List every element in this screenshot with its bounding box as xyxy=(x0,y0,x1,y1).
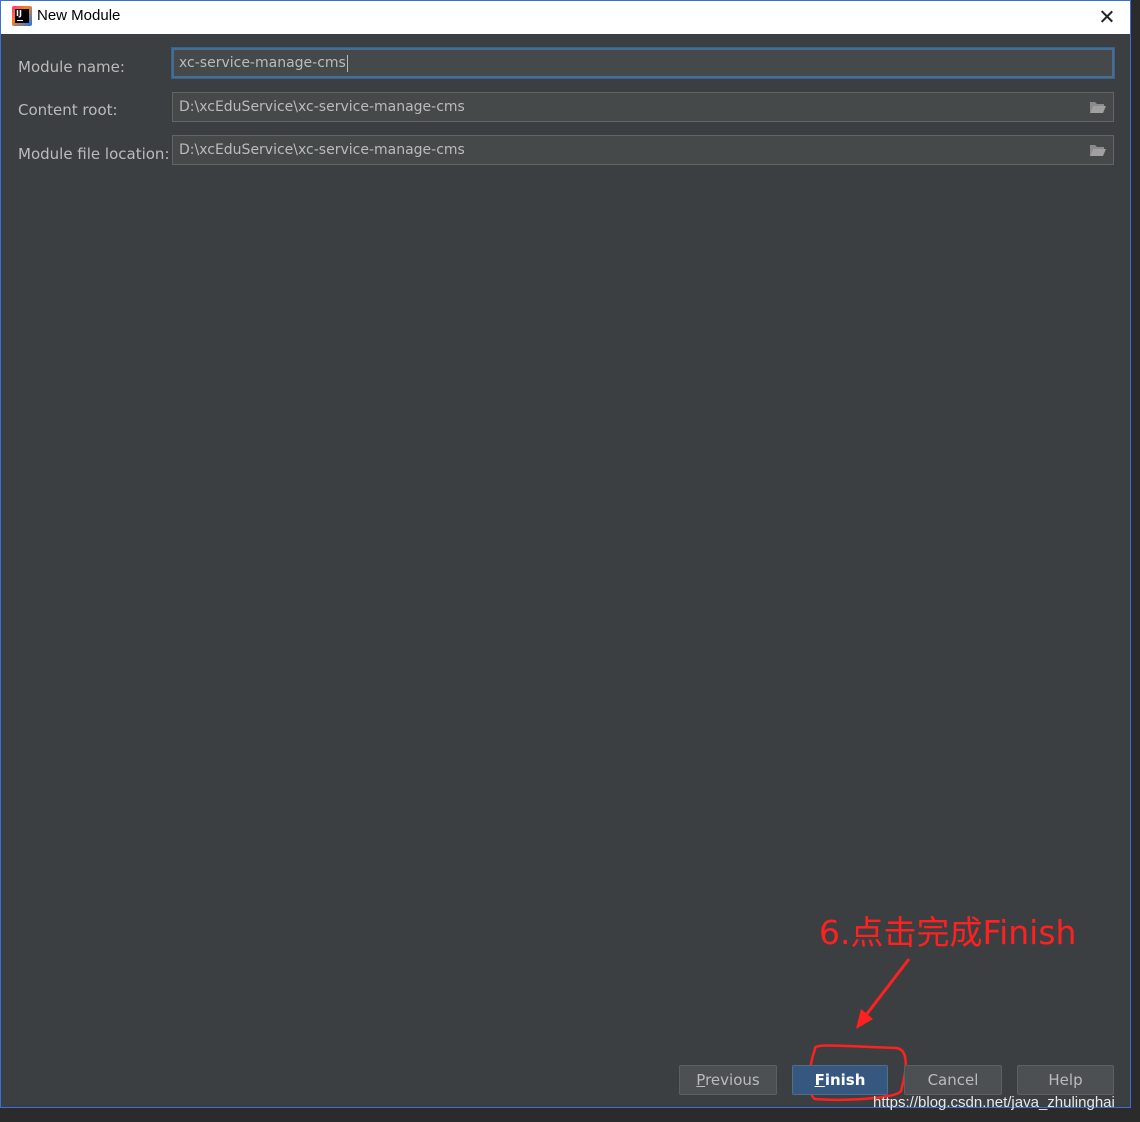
module-file-location-label: Module file location: xyxy=(18,145,170,163)
watermark-text: https://blog.csdn.net/java_zhulinghai xyxy=(873,1094,1115,1111)
text-caret xyxy=(346,54,348,72)
folder-open-icon[interactable] xyxy=(1089,100,1107,114)
new-module-dialog: IJ New Module Module name: xc-service-ma… xyxy=(0,0,1131,1108)
cancel-button[interactable]: Cancel xyxy=(904,1065,1002,1095)
intellij-idea-icon: IJ xyxy=(12,6,32,26)
previous-button[interactable]: Previous xyxy=(679,1065,777,1095)
module-file-location-input[interactable]: D:\xcEduService\xc-service-manage-cms xyxy=(172,135,1114,165)
help-button[interactable]: Help xyxy=(1017,1065,1114,1095)
finish-button[interactable]: Finish xyxy=(792,1065,888,1095)
content-root-label: Content root: xyxy=(18,101,118,119)
annotation-label: 6.点击完成Finish xyxy=(819,913,1077,952)
content-root-value: D:\xcEduService\xc-service-manage-cms xyxy=(179,99,465,115)
module-name-label: Module name: xyxy=(18,58,125,76)
module-file-location-row: Module file location: D:\xcEduService\xc… xyxy=(1,135,1132,167)
title-bar[interactable]: IJ New Module xyxy=(1,1,1130,34)
close-icon[interactable] xyxy=(1096,6,1118,28)
module-file-location-value: D:\xcEduService\xc-service-manage-cms xyxy=(179,142,465,158)
module-name-row: Module name: xc-service-manage-cms xyxy=(1,48,1132,80)
content-root-input[interactable]: D:\xcEduService\xc-service-manage-cms xyxy=(172,92,1114,122)
background-window-strip xyxy=(1131,0,1140,1122)
folder-open-icon[interactable] xyxy=(1089,143,1107,157)
module-name-value: xc-service-manage-cms xyxy=(179,55,346,71)
content-root-row: Content root: D:\xcEduService\xc-service… xyxy=(1,92,1132,124)
dialog-title: New Module xyxy=(37,7,121,24)
module-name-input[interactable]: xc-service-manage-cms xyxy=(172,48,1114,78)
